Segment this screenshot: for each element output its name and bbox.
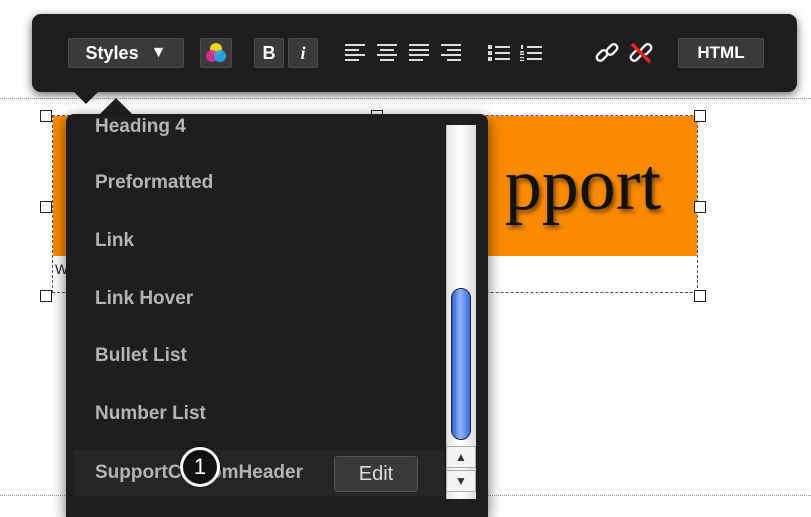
toolbar-pointer: [72, 90, 100, 104]
html-source-button[interactable]: HTML: [678, 38, 764, 68]
unlink-icon: [629, 42, 653, 64]
resize-handle-bottom-right[interactable]: [694, 290, 706, 302]
remove-link-button[interactable]: [626, 38, 656, 68]
align-center-icon: [377, 44, 397, 61]
italic-label: i: [300, 42, 306, 63]
resize-handle-middle-left[interactable]: [40, 201, 52, 213]
banner-heading: pport: [504, 144, 661, 226]
dropdown-scrollbar-thumb[interactable]: [451, 288, 471, 440]
insert-link-button[interactable]: [592, 38, 622, 68]
bold-button[interactable]: B: [254, 38, 284, 68]
dropdown-pointer: [100, 98, 132, 114]
menu-item-link-hover[interactable]: Link Hover: [95, 288, 193, 310]
align-center-button[interactable]: [372, 38, 402, 68]
menu-item-link[interactable]: Link: [95, 230, 134, 252]
bullet-list-button[interactable]: [484, 38, 514, 68]
styles-dropdown-button[interactable]: Styles ▼: [68, 38, 184, 68]
chevron-down-icon: ▼: [150, 44, 167, 61]
resize-handle-top-left[interactable]: [40, 110, 52, 122]
menu-item-preformatted[interactable]: Preformatted: [95, 172, 213, 194]
align-justify-button[interactable]: [404, 38, 434, 68]
bullet-list-icon: [488, 45, 510, 61]
color-picker-icon: [206, 43, 226, 62]
align-right-button[interactable]: [436, 38, 466, 68]
align-right-icon: [441, 44, 461, 61]
html-label: HTML: [697, 43, 745, 62]
edit-style-button[interactable]: Edit: [334, 456, 418, 492]
menu-item-bullet-list[interactable]: Bullet List: [95, 345, 187, 367]
resize-handle-bottom-left[interactable]: [40, 290, 52, 302]
link-icon: [595, 43, 619, 62]
menu-item-heading-4[interactable]: Heading 4: [95, 116, 186, 138]
resize-handle-top-right[interactable]: [694, 110, 706, 122]
scroll-down-arrow-icon[interactable]: ▼: [446, 470, 476, 492]
styles-label: Styles: [85, 42, 139, 63]
menu-item-number-list[interactable]: Number List: [95, 403, 206, 425]
bold-label: B: [262, 42, 276, 63]
align-justify-icon: [409, 44, 429, 61]
resize-handle-middle-right[interactable]: [694, 201, 706, 213]
styles-dropdown-menu: Heading 4 Preformatted Link Link Hover B…: [66, 114, 488, 517]
color-picker-button[interactable]: [200, 38, 232, 68]
align-left-button[interactable]: [340, 38, 370, 68]
scroll-up-arrow-icon[interactable]: ▲: [446, 446, 476, 468]
number-list-button[interactable]: [516, 38, 546, 68]
step-callout-badge: 1: [180, 447, 220, 487]
align-left-icon: [345, 44, 365, 61]
italic-button[interactable]: i: [288, 38, 318, 68]
text-editor-toolbar: Styles ▼ B i HTML: [32, 14, 797, 104]
number-list-icon: [520, 45, 542, 61]
